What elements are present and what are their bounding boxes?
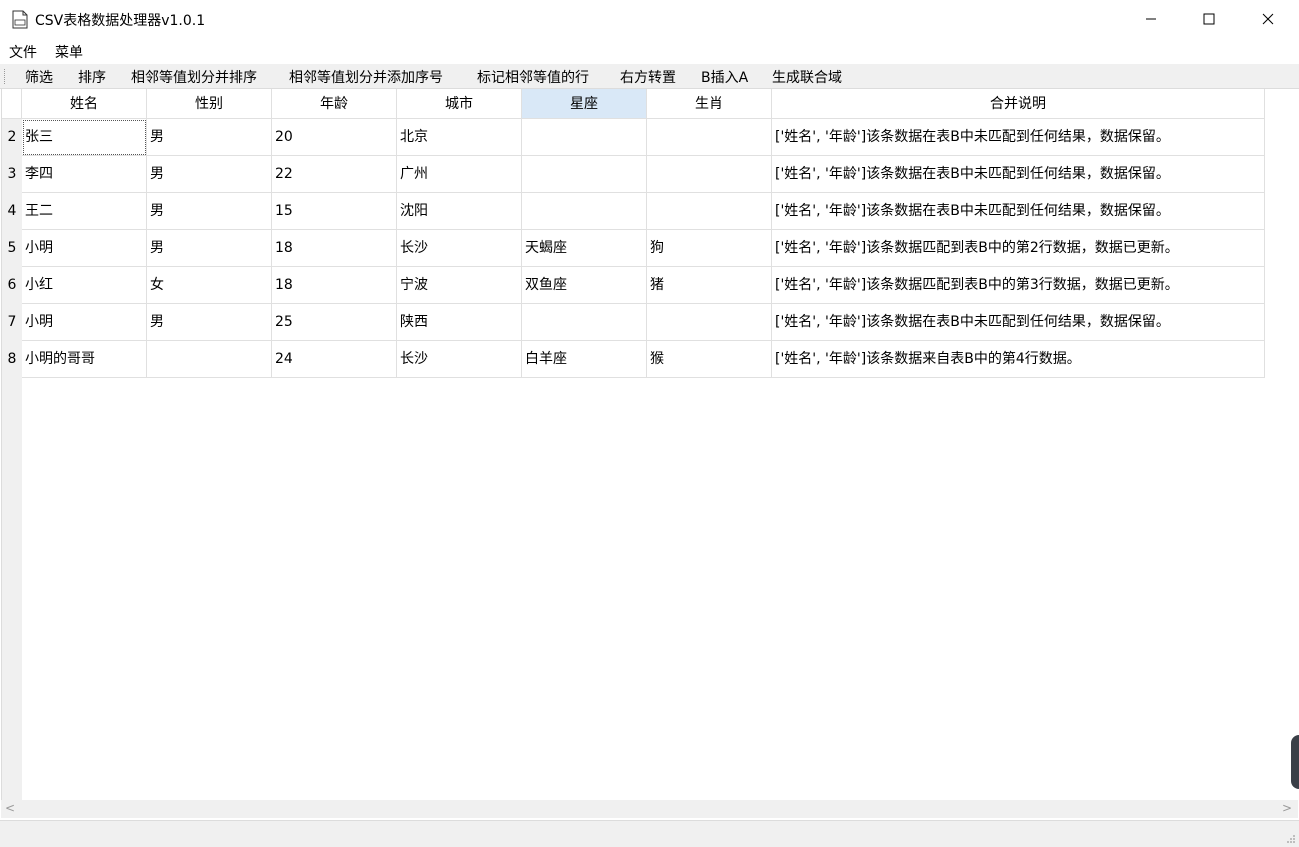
menu-bar: 文件 菜单 (0, 38, 1299, 64)
table-cell-gender[interactable]: 男 (147, 304, 272, 341)
table-cell-zodiac[interactable] (647, 119, 772, 156)
column-header-merge-note[interactable]: 合并说明 (772, 89, 1265, 119)
table-cell-age[interactable]: 22 (272, 156, 397, 193)
row-number[interactable]: 5 (2, 230, 22, 267)
table-cell-name[interactable]: 小明 (22, 230, 147, 267)
table-cell-gender[interactable] (147, 341, 272, 378)
table-cell-name[interactable]: 张三 (22, 119, 147, 156)
transpose-right-button[interactable]: 右方转置 (620, 67, 676, 87)
table-cell-merge-note[interactable]: ['姓名', '年龄']该条数据在表B中未匹配到任何结果，数据保留。 (772, 304, 1265, 341)
table-cell-constellation[interactable] (522, 156, 647, 193)
row-number[interactable]: 6 (2, 267, 22, 304)
column-header-name[interactable]: 姓名 (22, 89, 147, 119)
table-cell-name[interactable]: 小明的哥哥 (22, 341, 147, 378)
table-cell-zodiac[interactable]: 猴 (647, 341, 772, 378)
mark-equal-rows-button[interactable]: 标记相邻等值的行 (477, 67, 589, 87)
table-cell-age[interactable]: 18 (272, 267, 397, 304)
table-cell-gender[interactable]: 男 (147, 156, 272, 193)
column-header-constellation[interactable]: 星座 (522, 89, 647, 119)
minimize-icon (1146, 18, 1156, 20)
toolbar-grip[interactable] (4, 69, 7, 84)
status-bar (0, 820, 1299, 847)
table-cell-zodiac[interactable]: 狗 (647, 230, 772, 267)
resize-grip-icon[interactable] (1285, 833, 1295, 843)
column-header-gender[interactable]: 性别 (147, 89, 272, 119)
close-button[interactable] (1239, 0, 1297, 38)
csv-file-icon (12, 10, 28, 29)
table-cell-merge-note[interactable]: ['姓名', '年龄']该条数据在表B中未匹配到任何结果，数据保留。 (772, 193, 1265, 230)
column-header-city[interactable]: 城市 (397, 89, 522, 119)
row-number[interactable]: 7 (2, 304, 22, 341)
table-cell-merge-note[interactable]: ['姓名', '年龄']该条数据匹配到表B中的第3行数据，数据已更新。 (772, 267, 1265, 304)
maximize-button[interactable] (1180, 0, 1238, 38)
table-cell-name[interactable]: 李四 (22, 156, 147, 193)
table-cell-constellation[interactable] (522, 193, 647, 230)
row-number[interactable]: 8 (2, 341, 22, 378)
table-cell-constellation[interactable]: 天蝎座 (522, 230, 647, 267)
table-cell-city[interactable]: 陕西 (397, 304, 522, 341)
table-cell-gender[interactable]: 男 (147, 230, 272, 267)
table-cell-merge-note[interactable]: ['姓名', '年龄']该条数据在表B中未匹配到任何结果，数据保留。 (772, 156, 1265, 193)
table-cell-zodiac[interactable] (647, 193, 772, 230)
close-icon (1262, 13, 1274, 25)
table-cell-city[interactable]: 长沙 (397, 341, 522, 378)
group-sort-button[interactable]: 相邻等值划分并排序 (131, 67, 257, 87)
table-corner[interactable] (2, 89, 22, 119)
window-title: CSV表格数据处理器v1.0.1 (35, 13, 206, 29)
table-cell-constellation[interactable] (522, 119, 647, 156)
menu-menu[interactable]: 菜单 (55, 42, 83, 62)
table-cell-constellation[interactable]: 双鱼座 (522, 267, 647, 304)
union-domain-button[interactable]: 生成联合域 (772, 67, 842, 87)
group-number-button[interactable]: 相邻等值划分并添加序号 (289, 67, 443, 87)
table-cell-name[interactable]: 小红 (22, 267, 147, 304)
row-number[interactable]: 2 (2, 119, 22, 156)
filter-button[interactable]: 筛选 (25, 67, 53, 87)
table-cell-name[interactable]: 小明 (22, 304, 147, 341)
table-cell-gender[interactable]: 男 (147, 119, 272, 156)
table-cell-city[interactable]: 宁波 (397, 267, 522, 304)
column-header-zodiac[interactable]: 生肖 (647, 89, 772, 119)
maximize-icon (1203, 13, 1215, 25)
table-cell-age[interactable]: 15 (272, 193, 397, 230)
horizontal-scrollbar[interactable]: < > (1, 800, 1298, 818)
table-cell-constellation[interactable] (522, 304, 647, 341)
table-cell-city[interactable]: 广州 (397, 156, 522, 193)
menu-file[interactable]: 文件 (9, 42, 37, 62)
table-cell-city[interactable]: 长沙 (397, 230, 522, 267)
table-cell-age[interactable]: 20 (272, 119, 397, 156)
column-header-age[interactable]: 年龄 (272, 89, 397, 119)
sort-button[interactable]: 排序 (78, 67, 106, 87)
floating-side-handle[interactable] (1291, 735, 1299, 789)
table-cell-gender[interactable]: 男 (147, 193, 272, 230)
scroll-left-arrow-icon[interactable]: < (5, 801, 15, 815)
table-cell-age[interactable]: 25 (272, 304, 397, 341)
data-table: 姓名 性别 年龄 城市 星座 生肖 合并说明 2 张三男 20 北京 ['姓名', '年… (1, 89, 1298, 800)
table-cell-merge-note[interactable]: ['姓名', '年龄']该条数据来自表B中的第4行数据。 (772, 341, 1265, 378)
table-cell-gender[interactable]: 女 (147, 267, 272, 304)
row-number[interactable]: 3 (2, 156, 22, 193)
b-insert-a-button[interactable]: B插入A (701, 67, 748, 87)
row-number[interactable]: 4 (2, 193, 22, 230)
table-cell-merge-note[interactable]: ['姓名', '年龄']该条数据在表B中未匹配到任何结果，数据保留。 (772, 119, 1265, 156)
table-cell-merge-note[interactable]: ['姓名', '年龄']该条数据匹配到表B中的第2行数据，数据已更新。 (772, 230, 1265, 267)
table-cell-age[interactable]: 18 (272, 230, 397, 267)
table-cell-zodiac[interactable] (647, 304, 772, 341)
title-bar: CSV表格数据处理器v1.0.1 (0, 0, 1299, 38)
table-cell-zodiac[interactable]: 猪 (647, 267, 772, 304)
table-cell-zodiac[interactable] (647, 156, 772, 193)
toolbar: 筛选 排序 相邻等值划分并排序 相邻等值划分并添加序号 标记相邻等值的行 右方转… (0, 64, 1299, 89)
table-cell-constellation[interactable]: 白羊座 (522, 341, 647, 378)
table-cell-city[interactable]: 沈阳 (397, 193, 522, 230)
table-cell-age[interactable]: 24 (272, 341, 397, 378)
scroll-right-arrow-icon[interactable]: > (1282, 801, 1292, 815)
table-cell-name[interactable]: 王二 (22, 193, 147, 230)
table-cell-city[interactable]: 北京 (397, 119, 522, 156)
minimize-button[interactable] (1122, 0, 1180, 38)
